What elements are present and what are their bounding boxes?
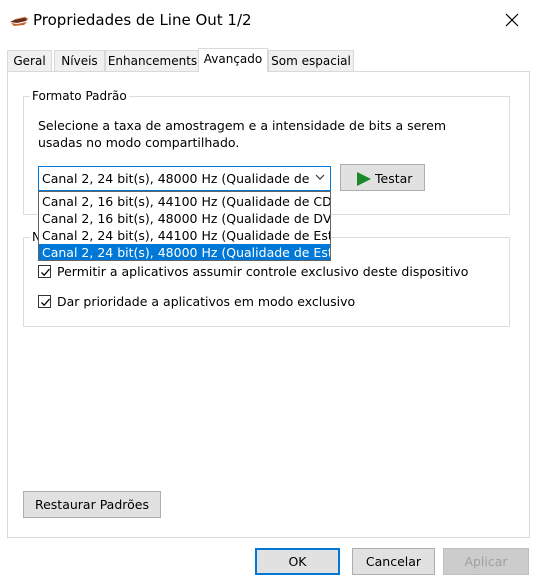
- tab-label: Avançado: [203, 52, 263, 66]
- format-option[interactable]: Canal 2, 16 bit(s), 48000 Hz (Qualidade …: [39, 210, 330, 227]
- format-select[interactable]: Canal 2, 24 bit(s), 48000 Hz (Qualidade …: [38, 166, 331, 191]
- test-button[interactable]: Testar: [340, 164, 425, 191]
- window-title: Propriedades de Line Out 1/2: [33, 11, 252, 29]
- format-description: Selecione a taxa de amostragem e a inten…: [38, 118, 447, 150]
- title-bar[interactable]: Propriedades de Line Out 1/2: [0, 0, 536, 42]
- checkmark-icon: [41, 268, 50, 277]
- format-option[interactable]: Canal 2, 24 bit(s), 44100 Hz (Qualidade …: [39, 227, 330, 244]
- tab-label: Enhancements: [107, 54, 198, 68]
- restore-defaults-button[interactable]: Restaurar Padrões: [23, 491, 161, 518]
- tab-advanced[interactable]: Avançado: [198, 48, 268, 72]
- cancel-button[interactable]: Cancelar: [352, 548, 435, 575]
- ok-button[interactable]: OK: [255, 548, 340, 575]
- apply-button: Aplicar: [443, 548, 529, 575]
- allow-exclusive-label: Permitir a aplicativos assumir controle …: [57, 264, 469, 279]
- tab-levels[interactable]: Níveis: [54, 50, 105, 71]
- checkmark-icon: [41, 298, 50, 307]
- tab-spatial-sound[interactable]: Som espacial: [268, 50, 354, 71]
- tab-label: Som espacial: [271, 54, 351, 68]
- give-priority-label: Dar prioridade a aplicativos em modo exc…: [57, 294, 356, 309]
- tab-label: Geral: [13, 54, 46, 68]
- tab-label: Níveis: [61, 54, 98, 68]
- tab-enhancements[interactable]: Enhancements: [105, 50, 200, 71]
- format-option[interactable]: Canal 2, 16 bit(s), 44100 Hz (Qualidade …: [39, 193, 330, 210]
- give-priority-checkbox[interactable]: [38, 295, 51, 308]
- tab-general[interactable]: Geral: [7, 50, 52, 71]
- format-select-value: Canal 2, 24 bit(s), 48000 Hz (Qualidade …: [42, 171, 310, 186]
- close-button[interactable]: [490, 0, 536, 42]
- format-dropdown-list[interactable]: Canal 2, 16 bit(s), 44100 Hz (Qualidade …: [38, 191, 331, 261]
- default-format-title: Formato Padrão: [30, 89, 129, 103]
- chevron-down-icon: [315, 174, 325, 180]
- speaker-icon: [10, 16, 29, 26]
- play-icon: [357, 172, 371, 186]
- allow-exclusive-checkbox[interactable]: [38, 265, 51, 278]
- close-icon: [505, 13, 519, 27]
- format-option-selected[interactable]: Canal 2, 24 bit(s), 48000 Hz (Qualidade …: [39, 244, 330, 260]
- test-button-label: Testar: [375, 171, 413, 186]
